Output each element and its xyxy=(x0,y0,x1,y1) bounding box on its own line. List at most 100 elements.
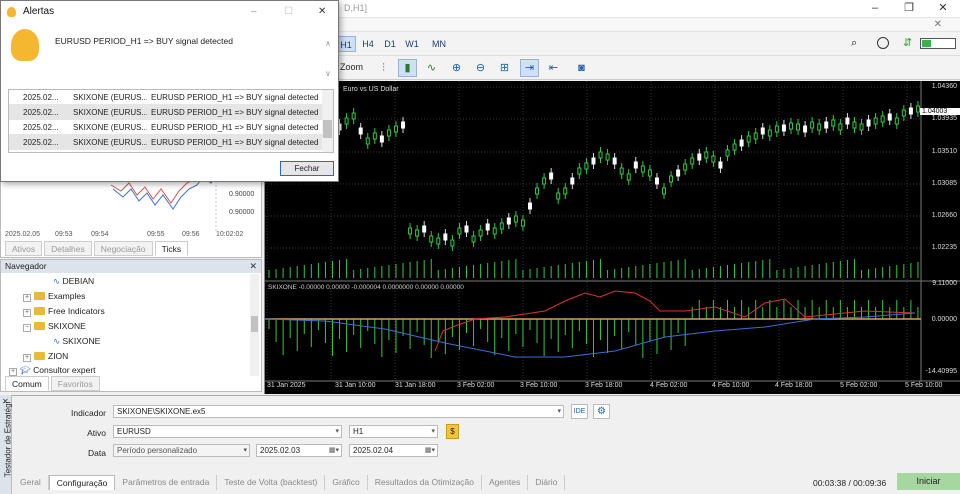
nav-item[interactable]: ∿ DEBIAN xyxy=(53,275,94,287)
period-select[interactable]: H1 ▾ xyxy=(349,425,438,438)
tick-x-label: 2025.02.05 xyxy=(5,231,41,238)
navigator-close-icon[interactable]: ✕ xyxy=(249,260,257,273)
grid-icon[interactable]: ⊞ xyxy=(495,59,514,77)
tab-ticks[interactable]: Ticks xyxy=(154,241,189,256)
screenshot-icon[interactable]: ◙ xyxy=(572,59,591,77)
price-tick: 1.02235 xyxy=(931,244,957,251)
collapse-icon[interactable]: − xyxy=(23,324,31,332)
close-alerts-button[interactable]: Fechar xyxy=(280,161,334,176)
alerts-scrollbar[interactable] xyxy=(322,90,333,152)
message-scroll-up-icon[interactable]: ∧ xyxy=(325,39,331,48)
navigator-tabs: Comum Favoritos xyxy=(5,376,100,391)
date-mode-select[interactable]: Período personalizado ▾ xyxy=(113,444,250,457)
expand-icon[interactable]: + xyxy=(23,309,31,317)
date-to-field[interactable]: 2025.02.04 ▦▾ xyxy=(349,444,438,457)
zoom-label: Zoom xyxy=(340,62,364,72)
time-tick: 3 Feb 10:00 xyxy=(520,382,558,389)
tab-comum[interactable]: Comum xyxy=(5,376,49,391)
alerts-close-icon[interactable]: ✕ xyxy=(318,1,326,23)
time-tick: 5 Feb 10:00 xyxy=(905,382,943,389)
folder-icon xyxy=(34,307,45,315)
message-scroll-down-icon[interactable]: ∨ xyxy=(325,69,331,78)
line-chart-icon[interactable]: ∿ xyxy=(422,59,441,77)
minimize-icon[interactable]: – xyxy=(858,0,892,18)
close-icon[interactable]: ✕ xyxy=(926,0,960,18)
time-tick: 5 Feb 02:00 xyxy=(840,382,878,389)
expand-icon[interactable]: + xyxy=(9,368,17,376)
window-title: D,H1] xyxy=(344,3,368,13)
tester-side-title: Testador de Estratégi xyxy=(3,401,13,478)
date-from-field[interactable]: 2025.02.03 ▦▾ xyxy=(256,444,342,457)
tester-side-tab[interactable]: ✕ Testador de Estratégi xyxy=(0,395,12,494)
chevron-down-icon: ▾ xyxy=(243,447,247,454)
tab-configuracao[interactable]: Configuração xyxy=(48,475,116,490)
symbol-properties-icon[interactable]: $ xyxy=(446,424,459,439)
nav-item[interactable]: − SKIXONE xyxy=(23,320,86,332)
tester-tabs: Geral Configuração Parâmetros de entrada… xyxy=(13,475,566,490)
tab-favoritos[interactable]: Favoritos xyxy=(50,376,100,391)
asset-select[interactable]: EURUSD ▾ xyxy=(113,425,342,438)
nav-item[interactable]: + ZION xyxy=(23,350,68,362)
nav-item[interactable]: ∿ SKIXONE xyxy=(53,335,100,347)
chevron-down-icon: ▾ xyxy=(335,428,339,435)
time-tick: 31 Jan 18:00 xyxy=(395,382,436,389)
price-chart[interactable]: Euro vs US Dollar SKIXONE -0.00000 0.000… xyxy=(264,81,960,394)
large-bell-icon xyxy=(11,29,39,61)
tf-mn[interactable]: MN xyxy=(427,36,451,52)
calendar-icon[interactable]: ▦▾ xyxy=(329,445,339,456)
tick-x-label: 10:02:02 xyxy=(216,231,244,238)
alerts-dialog: Alertas – ☐ ✕ EURUSD PERIOD_H1 => BUY si… xyxy=(0,0,339,182)
tab-ativos[interactable]: Ativos xyxy=(5,241,43,256)
zoom-in-icon[interactable]: ⊕ xyxy=(447,59,466,77)
tf-d1[interactable]: D1 xyxy=(380,36,400,52)
alert-row[interactable]: 2025.02... SKIXONE (EURUS... EURUSD PERI… xyxy=(9,135,322,150)
tab-detalhes[interactable]: Detalhes xyxy=(44,241,92,256)
nav-item[interactable]: + 🎓︎ Consultor expert xyxy=(9,364,96,376)
alerts-minimize-icon[interactable]: – xyxy=(251,1,257,23)
start-button[interactable]: Iniciar xyxy=(897,473,960,490)
tf-w1[interactable]: W1 xyxy=(402,36,422,52)
price-tick: 1.03935 xyxy=(931,115,957,122)
tab-diario[interactable]: Diário xyxy=(528,475,566,490)
search-icon[interactable]: ⌕ xyxy=(851,37,857,50)
alert-row[interactable]: 2025.02... SKIXONE (EURUS... EURUSD PERI… xyxy=(9,105,322,120)
tab-agentes[interactable]: Agentes xyxy=(482,475,529,490)
candles-icon[interactable]: ▮ xyxy=(398,59,417,77)
autoscroll-icon[interactable]: ⇥ xyxy=(520,59,539,77)
indicator-tick: 9.11000 xyxy=(932,280,957,287)
calendar-icon[interactable]: ▦▾ xyxy=(425,445,435,456)
menu-close-icon[interactable]: ✕ xyxy=(934,19,942,30)
expand-icon[interactable]: + xyxy=(23,354,31,362)
tick-x-label: 09:55 xyxy=(147,231,165,238)
tf-h4[interactable]: H4 xyxy=(358,36,378,52)
tab-negociacao[interactable]: Negociação xyxy=(93,241,153,256)
nav-item[interactable]: + Examples xyxy=(23,290,85,302)
restore-icon[interactable]: ❐ xyxy=(892,0,926,18)
tf-h1[interactable]: H1 xyxy=(336,36,356,52)
time-tick: 3 Feb 18:00 xyxy=(585,382,623,389)
tab-otimizacao[interactable]: Resultados da Otimização xyxy=(368,475,483,490)
tab-backtest[interactable]: Teste de Volta (backtest) xyxy=(217,475,326,490)
bar-chart-icon[interactable]: ⫶ xyxy=(374,59,393,77)
ide-button[interactable]: IDE xyxy=(571,404,588,419)
bell-icon xyxy=(7,7,16,17)
alert-row[interactable]: 2025.02... SKIXONE (EURUS... EURUSD PERI… xyxy=(9,120,322,135)
zoom-out-icon[interactable]: ⊖ xyxy=(471,59,490,77)
chart-shift-icon[interactable]: ⇤ xyxy=(544,59,563,77)
time-tick: 31 Jan 10:00 xyxy=(335,382,376,389)
tab-grafico[interactable]: Gráfico xyxy=(325,475,368,490)
settings-gear-icon[interactable]: ⚙ xyxy=(593,404,610,419)
tab-geral[interactable]: Geral xyxy=(13,475,49,490)
expand-icon[interactable]: + xyxy=(23,294,31,302)
nav-item[interactable]: + Free Indicators xyxy=(23,305,105,317)
indicator-tick: 0.00000 xyxy=(931,316,957,323)
navigator-scrollbar[interactable] xyxy=(250,274,259,376)
tab-parametros[interactable]: Parâmetros de entrada xyxy=(115,475,218,490)
time-tick: 4 Feb 10:00 xyxy=(712,382,750,389)
indicator-select[interactable]: SKIXONE\SKIXONE.ex5 ▾ xyxy=(113,405,564,418)
alert-row[interactable]: 2025.02... SKIXONE (EURUS... EURUSD PERI… xyxy=(9,90,322,105)
tick-x-label: 09:54 xyxy=(91,231,109,238)
alerts-maximize-icon[interactable]: ☐ xyxy=(284,1,293,23)
time-tick: 31 Jan 2025 xyxy=(267,382,306,389)
account-icon[interactable] xyxy=(877,37,889,49)
